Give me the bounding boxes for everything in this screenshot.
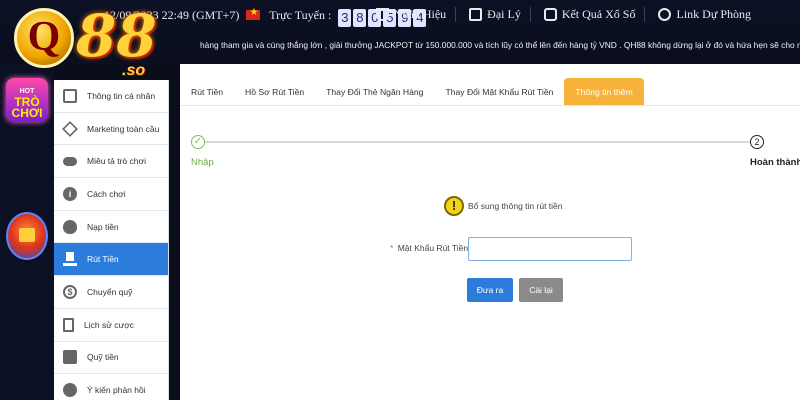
nav-agent-label: Đại Lý bbox=[487, 7, 521, 21]
tab-withdraw-history[interactable]: Hồ Sơ Rút Tiền bbox=[234, 78, 315, 105]
online-digit: 8 bbox=[353, 9, 367, 27]
sidebar-item-label: Nạp tiền bbox=[87, 221, 119, 232]
nav-agent[interactable]: Đại Lý bbox=[460, 7, 531, 22]
nav-brand[interactable]: Nhãn Hiệu bbox=[367, 7, 457, 22]
sidebar-item-how-to-play[interactable]: i Cách chơi bbox=[54, 178, 168, 211]
tab-change-bank-card[interactable]: Thay Đổi Thẻ Ngân Hàng bbox=[315, 78, 434, 105]
dice-icon bbox=[543, 8, 557, 21]
required-mark: * bbox=[390, 243, 394, 253]
withdraw-tabs: Rút Tiền Hồ Sơ Rút Tiền Thay Đổi Thẻ Ngâ… bbox=[180, 78, 800, 106]
gamepad-icon bbox=[63, 156, 77, 166]
trophy-icon bbox=[375, 8, 389, 21]
online-digit: 3 bbox=[338, 9, 352, 27]
submit-button[interactable]: Đưa ra bbox=[467, 278, 513, 302]
step-two-label: Hoàn thành bbox=[750, 157, 800, 168]
form-notice: ! Bổ sung thông tin rút tiền bbox=[444, 196, 563, 216]
password-label: * Mật Khẩu Rút Tiền bbox=[390, 243, 468, 253]
sidebar-item-feedback[interactable]: Ý kiến phản hồi bbox=[54, 374, 168, 400]
tab-more-info[interactable]: Thông tin thêm bbox=[564, 78, 644, 105]
logo-number: 88 bbox=[76, 2, 157, 70]
reset-button[interactable]: Cài lại bbox=[519, 278, 563, 302]
top-nav: Nhãn Hiệu Đại Lý Kết Quả Xổ Số Link Dự P… bbox=[367, 7, 760, 22]
nav-backup-link[interactable]: Link Dự Phòng bbox=[649, 7, 760, 22]
account-sidebar: Thông tin cá nhân Marketing toàn cầu Miê… bbox=[54, 80, 169, 400]
main-panel: Rút Tiền Hồ Sơ Rút Tiền Thay Đổi Thẻ Ngâ… bbox=[180, 64, 800, 400]
tab-change-withdraw-password[interactable]: Thay Đổi Mật Khẩu Rút Tiền bbox=[434, 78, 564, 105]
nav-brand-label: Nhãn Hiệu bbox=[393, 7, 447, 21]
dollar-icon: $ bbox=[63, 284, 77, 299]
sidebar-item-label: Ý kiến phản hồi bbox=[87, 385, 146, 396]
sidebar-item-label: Chuyển quỹ bbox=[87, 286, 133, 297]
notice-text: Bổ sung thông tin rút tiền bbox=[468, 201, 563, 211]
globe-icon bbox=[658, 8, 672, 21]
logo-suffix: .so bbox=[122, 62, 146, 79]
sidebar-item-label: Cách chơi bbox=[87, 188, 126, 199]
online-label: Trực Tuyến : bbox=[269, 8, 332, 22]
sidebar-item-label: Thông tin cá nhân bbox=[87, 90, 156, 101]
nav-backup-label: Link Dự Phòng bbox=[676, 7, 751, 21]
games-badge[interactable]: HOT TRÒ CHƠI bbox=[6, 78, 48, 122]
withdraw-password-input[interactable] bbox=[468, 237, 632, 261]
nav-lottery-results[interactable]: Kết Quả Xổ Số bbox=[535, 7, 646, 22]
sidebar-item-bet-history[interactable]: Lịch sử cược bbox=[54, 309, 168, 342]
apple-icon bbox=[63, 219, 77, 234]
info-icon: i bbox=[63, 186, 77, 201]
chat-icon bbox=[63, 383, 77, 398]
atm-icon bbox=[63, 252, 77, 267]
clipboard-icon bbox=[63, 317, 74, 332]
site-logo[interactable]: Q 88 .so bbox=[6, 0, 196, 84]
sidebar-item-transfer[interactable]: $ Chuyển quỹ bbox=[54, 276, 168, 309]
sidebar-item-label: Marketing toàn cầu bbox=[87, 123, 160, 134]
sidebar-item-label: Rút Tiền bbox=[87, 254, 119, 265]
step-two-number: 2 bbox=[750, 135, 764, 149]
id-card-icon bbox=[63, 88, 77, 103]
progress-line bbox=[198, 141, 758, 143]
games-badge-line2: CHƠI bbox=[11, 106, 43, 120]
logo-letter: Q bbox=[14, 8, 74, 68]
diamond-icon bbox=[62, 120, 78, 137]
sidebar-item-game-description[interactable]: Miêu tả trò chơi bbox=[54, 145, 168, 179]
sidebar-item-marketing[interactable]: Marketing toàn cầu bbox=[54, 113, 168, 146]
sidebar-item-label: Quỹ tiền bbox=[87, 352, 119, 363]
sidebar-item-deposit[interactable]: Nạp tiền bbox=[54, 211, 168, 244]
vietnam-flag-icon bbox=[246, 7, 261, 20]
gift-icon[interactable] bbox=[6, 212, 48, 260]
tab-withdraw[interactable]: Rút Tiền bbox=[180, 78, 234, 105]
coins-icon bbox=[63, 350, 77, 365]
sidebar-item-withdraw[interactable]: Rút Tiền bbox=[54, 243, 168, 277]
nav-lottery-label: Kết Quả Xổ Số bbox=[561, 7, 636, 21]
step-one-label: Nhập bbox=[191, 157, 214, 168]
money-icon bbox=[469, 8, 483, 21]
password-label-text: Mật Khẩu Rút Tiền bbox=[397, 243, 469, 253]
sidebar-item-label: Lịch sử cược bbox=[84, 319, 135, 330]
announcement-marquee: hàng tham gia và cùng thắng lớn , giải t… bbox=[200, 40, 800, 50]
sidebar-item-funds[interactable]: Quỹ tiền bbox=[54, 342, 168, 375]
warning-icon: ! bbox=[444, 196, 464, 216]
sidebar-item-label: Miêu tả trò chơi bbox=[87, 156, 146, 167]
step-done-check-icon: ✓ bbox=[191, 135, 205, 149]
sidebar-item-personal-info[interactable]: Thông tin cá nhân bbox=[54, 80, 168, 113]
